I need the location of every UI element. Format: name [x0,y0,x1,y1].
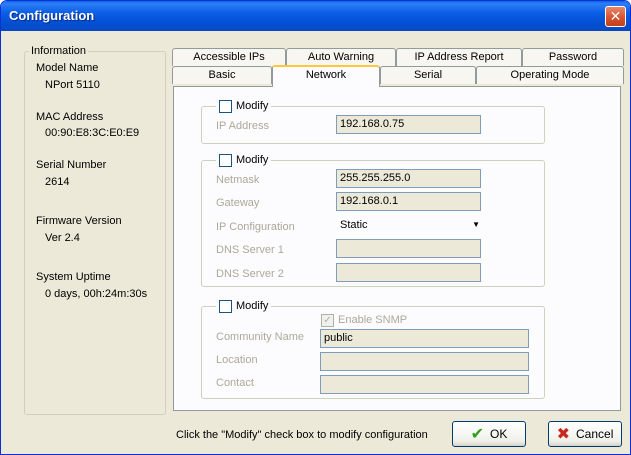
contact-field[interactable] [320,375,529,394]
mac-address-value: 00:90:E8:3C:E0:E9 [45,127,140,139]
dns-server-1-label: DNS Server 1 [216,244,284,256]
cancel-button[interactable]: ✖ Cancel [548,421,622,447]
dialog-body: Information Model Name NPort 5110 MAC Ad… [4,31,627,451]
gateway-field[interactable]: 192.168.0.1 [336,192,481,211]
model-name-value: NPort 5110 [45,79,100,91]
community-name-field[interactable]: public [320,329,529,348]
close-icon[interactable]: ✕ [605,6,626,27]
dns-server-2-field[interactable] [336,263,481,282]
net-modify-label: Modify [236,154,269,166]
x-icon: ✖ [556,426,571,443]
snmp-modify-checkbox-row[interactable]: Modify [216,299,272,313]
tab-accessible-ips[interactable]: Accessible IPs [172,48,286,66]
information-group: Information Model Name NPort 5110 MAC Ad… [24,45,166,415]
tab-password[interactable]: Password [522,48,624,66]
enable-snmp-checkbox[interactable]: ✓ [321,313,334,327]
ip-modify-checkbox[interactable] [219,99,232,113]
location-label: Location [216,354,258,366]
tab-operating-mode[interactable]: Operating Mode [476,66,624,84]
model-name-label: Model Name [36,62,99,74]
checkmark-icon: ✔ [470,426,485,443]
serial-number-label: Serial Number [36,159,107,171]
netmask-label: Netmask [216,174,260,186]
gateway-label: Gateway [216,197,260,209]
system-uptime-value: 0 days, 00h:24m:30s [45,288,148,300]
dropdown-arrow-icon[interactable]: ▼ [472,220,480,229]
ip-modify-label: Modify [236,100,269,112]
serial-number-value: 2614 [45,176,70,188]
tab-network[interactable]: Network [272,65,380,87]
ip-configuration-select[interactable]: Static ▼ [337,217,482,235]
dns-server-1-field[interactable] [336,239,481,258]
mac-address-label: MAC Address [36,111,104,123]
enable-snmp-label: Enable SNMP [338,314,408,326]
community-name-label: Community Name [216,331,305,343]
enable-snmp-checkbox-row[interactable]: ✓ Enable SNMP [318,313,411,327]
window-title: Configuration [9,8,95,23]
ok-button[interactable]: ✔ OK [452,421,526,447]
location-field[interactable] [320,352,529,371]
cancel-button-label: Cancel [576,427,614,441]
contact-label: Contact [216,377,254,389]
ip-configuration-value: Static [340,219,368,231]
network-tab-panel: Modify IP Address 192.168.0.75 Modify Ne… [173,86,621,411]
ip-address-label: IP Address [216,120,269,132]
snmp-modify-label: Modify [236,300,269,312]
netmask-field[interactable]: 255.255.255.0 [336,169,481,188]
net-modify-checkbox-row[interactable]: Modify [216,153,272,167]
snmp-modify-checkbox[interactable] [219,299,232,313]
tab-auto-warning[interactable]: Auto Warning [286,48,396,66]
ip-modify-checkbox-row[interactable]: Modify [216,99,272,113]
ip-address-field[interactable]: 192.168.0.75 [336,115,481,134]
dns-server-2-label: DNS Server 2 [216,268,284,280]
ip-configuration-label: IP Configuration [216,221,295,233]
net-modify-checkbox[interactable] [219,153,232,167]
title-bar[interactable]: Configuration ✕ [1,1,630,31]
information-group-title: Information [29,45,89,57]
firmware-version-value: Ver 2.4 [45,232,80,244]
system-uptime-label: System Uptime [36,271,111,283]
tab-serial[interactable]: Serial [380,66,476,84]
tab-ip-address-report[interactable]: IP Address Report [396,48,522,66]
modify-hint-text: Click the "Modify" check box to modify c… [176,429,428,441]
ok-button-label: OK [490,427,508,441]
firmware-version-label: Firmware Version [36,215,122,227]
tab-basic[interactable]: Basic [172,66,272,84]
configuration-window: Configuration ✕ Information Model Name N… [0,0,631,455]
